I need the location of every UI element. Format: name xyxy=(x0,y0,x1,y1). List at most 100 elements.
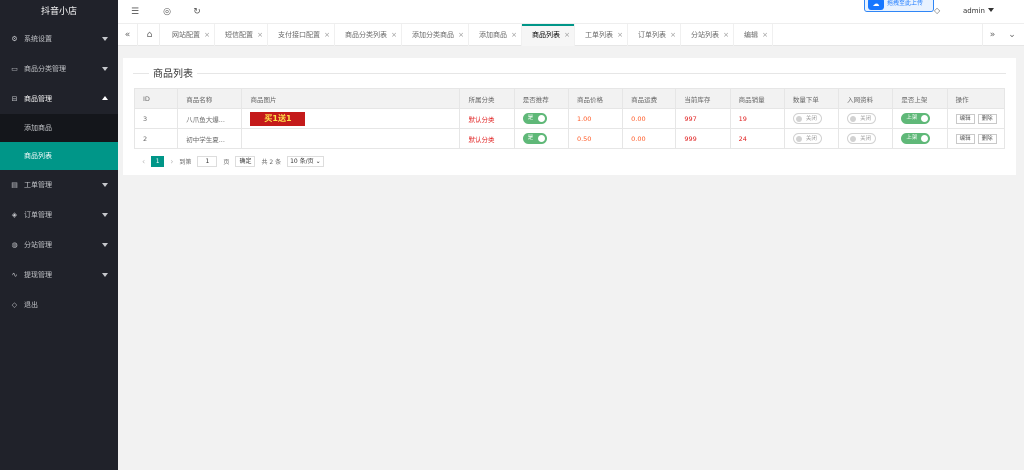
column-header[interactable]: 是否上架 xyxy=(892,88,948,109)
tab-sms-config[interactable]: 短信配置 × xyxy=(215,24,268,46)
user-name: admin xyxy=(963,7,985,15)
close-icon[interactable]: × xyxy=(564,24,570,46)
close-icon[interactable]: × xyxy=(723,24,729,46)
tab-label: 添加分类商品 xyxy=(412,31,454,39)
globe-icon: ◍ xyxy=(11,241,18,249)
net-info-toggle[interactable]: 关闭 xyxy=(847,113,877,124)
cell-price: 1.00 xyxy=(567,108,624,129)
tab-product-list[interactable]: 商品列表 × xyxy=(522,24,575,46)
sidebar-item-category-management[interactable]: ▭ 商品分类管理 xyxy=(0,54,118,84)
tabs-scroll-left-icon[interactable]: « xyxy=(118,24,138,46)
tab-category-list[interactable]: 商品分类列表 × xyxy=(335,24,402,46)
column-header[interactable]: 商品运费 xyxy=(622,88,677,109)
qty-order-toggle[interactable]: 关闭 xyxy=(792,133,822,144)
close-icon[interactable]: × xyxy=(617,24,623,46)
sidebar-item-label: 商品分类管理 xyxy=(24,65,66,73)
sidebar-item-withdraw-management[interactable]: ∿ 提现管理 xyxy=(0,260,118,290)
close-icon[interactable]: × xyxy=(762,24,768,46)
user-menu[interactable]: admin xyxy=(963,7,994,15)
caret-down-icon xyxy=(987,8,994,12)
tag-icon[interactable]: ◇ xyxy=(934,6,940,15)
tab-substation-list[interactable]: 分站列表 × xyxy=(681,24,734,46)
sidebar: 抖音小店 ⚙ 系统设置 ▭ 商品分类管理 ⊟ 商品管理 添加商品 商品列表 ▤ … xyxy=(0,0,118,470)
edit-button[interactable]: 编辑 xyxy=(955,113,975,124)
product-image[interactable]: 买1送1 xyxy=(250,111,306,126)
tab-site-config[interactable]: 网站配置 × xyxy=(162,24,215,46)
cell-recommend: 是 xyxy=(513,128,569,149)
delete-button[interactable]: 删除 xyxy=(977,113,997,124)
on-shelf-toggle[interactable]: 上架 xyxy=(901,113,931,124)
close-icon[interactable]: × xyxy=(458,24,464,46)
sidebar-subitem-add-product[interactable]: 添加商品 xyxy=(0,114,118,142)
tab-edit[interactable]: 编辑 × xyxy=(734,24,773,46)
column-header[interactable]: 商品名称 xyxy=(177,88,243,109)
cart-icon: ⊟ xyxy=(11,95,18,103)
chevron-down-icon xyxy=(102,183,108,187)
column-header[interactable]: 商品价格 xyxy=(567,88,624,109)
pager-current-page[interactable]: 1 xyxy=(151,155,165,167)
tabs-scroll-right-icon[interactable]: » xyxy=(982,24,1002,46)
tab-label: 短信配置 xyxy=(225,31,253,39)
column-header[interactable]: 数量下单 xyxy=(783,88,840,109)
tab-label: 网站配置 xyxy=(172,31,200,39)
close-icon[interactable]: × xyxy=(391,24,397,46)
tab-payment-config[interactable]: 支付接口配置 × xyxy=(268,24,335,46)
net-info-toggle[interactable]: 关闭 xyxy=(847,133,877,144)
sidebar-item-label: 工单管理 xyxy=(24,181,52,189)
sidebar-item-order-management[interactable]: ◈ 订单管理 xyxy=(0,200,118,230)
on-shelf-toggle[interactable]: 上架 xyxy=(901,133,931,144)
tab-ticket-list[interactable]: 工单列表 × xyxy=(575,24,628,46)
close-icon[interactable]: × xyxy=(670,24,676,46)
cell-freight: 0.00 xyxy=(622,108,677,129)
pager-next-icon[interactable]: › xyxy=(170,157,173,166)
sidebar-item-ticket-management[interactable]: ▤ 工单管理 xyxy=(0,170,118,200)
pager-size-select[interactable]: 10 条/页 ⌄ xyxy=(287,155,324,167)
layers-icon: ◈ xyxy=(11,211,18,219)
column-header[interactable]: 是否推荐 xyxy=(513,88,569,109)
close-icon[interactable]: × xyxy=(324,24,330,46)
delete-button[interactable]: 删除 xyxy=(977,133,997,144)
tab-add-product[interactable]: 添加商品 × xyxy=(469,24,522,46)
upload-hint[interactable]: ☁ 拖拽至此上传 xyxy=(864,0,934,12)
column-header[interactable]: 所属分类 xyxy=(459,88,515,109)
recommend-toggle[interactable]: 是 xyxy=(522,113,547,124)
sidebar-item-substation-management[interactable]: ◍ 分站管理 xyxy=(0,230,118,260)
category-icon: ▭ xyxy=(11,65,18,73)
column-header[interactable]: 商品销量 xyxy=(729,88,785,109)
recommend-toggle[interactable]: 是 xyxy=(522,133,547,144)
pager-prev-icon[interactable]: ‹ xyxy=(142,157,145,166)
chevron-down-icon[interactable]: ⌄ xyxy=(1002,24,1022,46)
column-header[interactable]: 当前库存 xyxy=(675,88,731,109)
globe-icon[interactable]: ◎ xyxy=(160,5,174,19)
qty-order-toggle[interactable]: 关闭 xyxy=(792,113,822,124)
cell-sales: 24 xyxy=(729,128,785,149)
sidebar-item-product-management[interactable]: ⊟ 商品管理 xyxy=(0,84,118,114)
sidebar-item-logout[interactable]: ◇ 退出 xyxy=(0,290,118,320)
column-header[interactable]: 入网资料 xyxy=(838,88,894,109)
table-header-row: ID 商品名称 商品图片 所属分类 是否推荐 商品价格 商品运费 当前库存 商品… xyxy=(133,88,1006,109)
cell-qty-order: 关闭 xyxy=(783,128,840,149)
pager-goto-input[interactable]: 1 xyxy=(197,155,218,167)
pager-confirm-button[interactable]: 确定 xyxy=(235,155,256,167)
sidebar-subitem-product-list[interactable]: 商品列表 xyxy=(0,142,118,170)
cell-actions: 编辑 删除 xyxy=(946,108,1006,129)
close-icon[interactable]: × xyxy=(204,24,210,46)
column-header[interactable]: 商品图片 xyxy=(241,88,461,109)
close-icon[interactable]: × xyxy=(511,24,517,46)
tab-order-list[interactable]: 订单列表 × xyxy=(628,24,681,46)
close-icon[interactable]: × xyxy=(257,24,263,46)
cell-image: 买1送1 xyxy=(241,108,461,129)
sidebar-menu: ⚙ 系统设置 ▭ 商品分类管理 ⊟ 商品管理 添加商品 商品列表 ▤ 工单管理 … xyxy=(0,24,118,320)
pulse-icon: ∿ xyxy=(11,271,18,279)
refresh-icon[interactable]: ↻ xyxy=(190,5,204,19)
cell-net-info: 关闭 xyxy=(838,128,894,149)
column-header[interactable]: ID xyxy=(133,88,179,109)
edit-button[interactable]: 编辑 xyxy=(955,133,975,144)
menu-toggle-icon[interactable]: ☰ xyxy=(128,5,142,19)
tab-add-category-product[interactable]: 添加分类商品 × xyxy=(402,24,469,46)
column-header[interactable]: 操作 xyxy=(946,88,1006,109)
cell-net-info: 关闭 xyxy=(838,108,894,129)
home-icon[interactable]: ⌂ xyxy=(140,24,160,46)
sidebar-item-system-settings[interactable]: ⚙ 系统设置 xyxy=(0,24,118,54)
cell-name: 八爪鱼大爆... xyxy=(177,108,243,129)
